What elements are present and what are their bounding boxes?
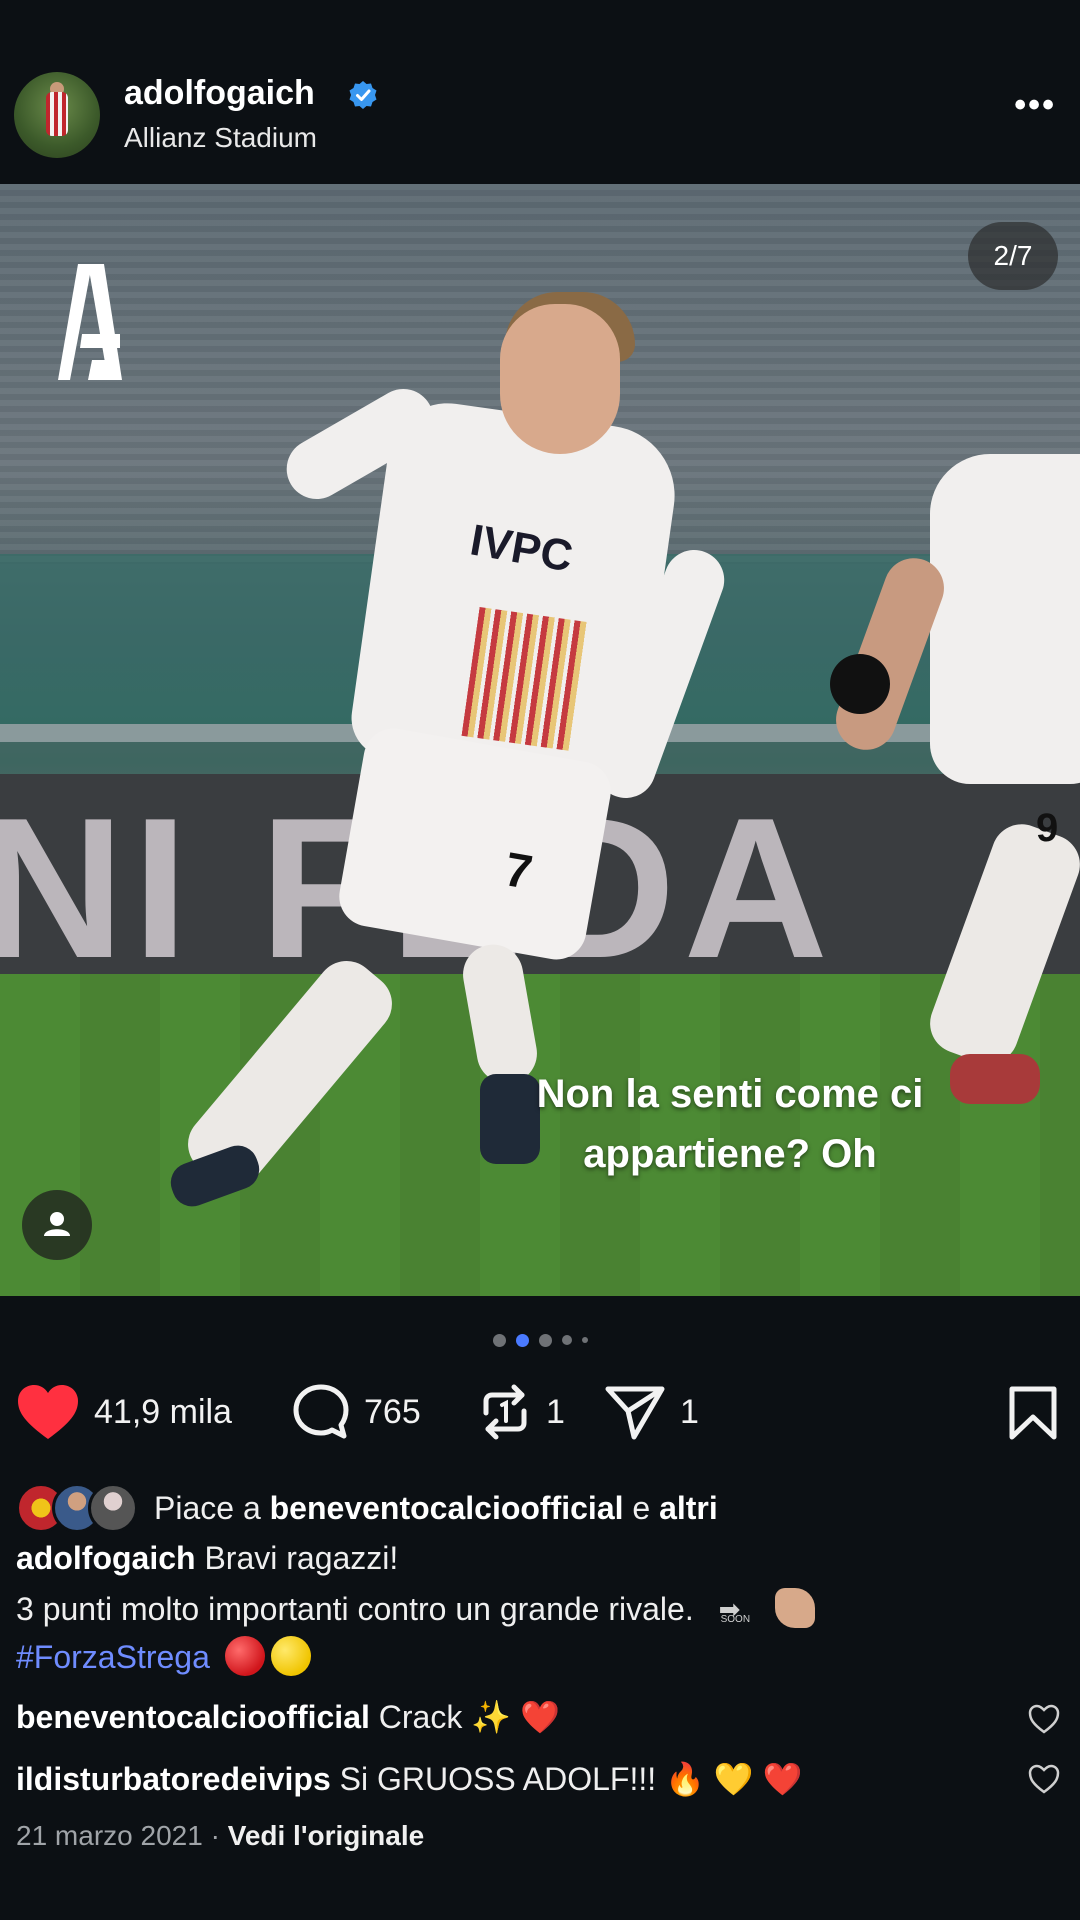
overlay-caption-line: appartiene? Oh — [583, 1132, 877, 1176]
liked-by-middle: e — [623, 1489, 660, 1526]
send-icon — [605, 1386, 665, 1440]
user-icon — [44, 1212, 70, 1236]
liked-by-others[interactable]: altri — [659, 1490, 718, 1526]
caption-text: 3 punti molto importanti contro un grand… — [16, 1591, 694, 1627]
caption-text: Bravi ragazzi! — [195, 1540, 399, 1576]
caption-line-1: adolfogaich Bravi ragazzi! — [16, 1540, 398, 1577]
comment-like-icon[interactable] — [1028, 1764, 1060, 1794]
liked-by-prefix: Piace a — [154, 1489, 270, 1526]
likes-count[interactable]: 41,9 mila — [94, 1393, 232, 1432]
verified-badge-icon — [349, 81, 377, 109]
repost-button[interactable]: 1 — [478, 1380, 565, 1444]
more-options-icon[interactable]: ••• — [1014, 86, 1056, 125]
carousel-counter: 2/7 — [968, 222, 1058, 290]
post-image[interactable]: NI FEDA 9 IVPC 7 2/7 Non la senti come c… — [0, 184, 1080, 1296]
carousel-indicator — [0, 1330, 1080, 1350]
liker-avatar — [88, 1483, 138, 1533]
soon-arrow-icon: ➡ SOON — [718, 1594, 751, 1625]
username[interactable]: adolfogaich — [124, 74, 315, 113]
profile-avatar[interactable] — [14, 72, 100, 158]
caption-line-3: #ForzaStrega — [16, 1636, 311, 1676]
overlay-caption-line: Non la senti come ci — [536, 1072, 924, 1116]
carousel-dot — [538, 1333, 552, 1347]
carousel-dot — [492, 1333, 506, 1347]
comment-icon — [293, 1384, 349, 1439]
carousel-dot — [561, 1335, 572, 1345]
comment-row: ildisturbatoredeivips Si GRUOSS ADOLF!!!… — [16, 1760, 802, 1798]
liked-by-user[interactable]: beneventocalcioofficial — [270, 1490, 624, 1526]
comment-text: Crack ✨ ❤️ — [369, 1699, 560, 1735]
player2-number: 9 — [1036, 806, 1059, 850]
tagged-people-button[interactable] — [22, 1190, 92, 1260]
caption-line-2: 3 punti molto importanti contro un grand… — [16, 1588, 816, 1628]
caption-username[interactable]: adolfogaich — [16, 1540, 196, 1576]
see-original-link[interactable]: Vedi l'originale — [228, 1820, 425, 1851]
comment-username[interactable]: ildisturbatoredeivips — [16, 1761, 331, 1797]
red-circle-icon — [224, 1636, 265, 1676]
comment-username[interactable]: beneventocalcioofficial — [16, 1699, 370, 1735]
brand-logo-icon — [58, 264, 122, 380]
flexed-biceps-icon — [775, 1588, 816, 1628]
carousel-dot-active — [515, 1333, 529, 1347]
comment-row: beneventocalcioofficial Crack ✨ ❤️ — [16, 1698, 560, 1736]
location-label[interactable]: Allianz Stadium — [124, 122, 317, 154]
comments-count: 765 — [364, 1392, 421, 1431]
hashtag-link[interactable]: #ForzaStrega — [16, 1639, 210, 1675]
comment-like-icon[interactable] — [1028, 1704, 1060, 1734]
post-header: adolfogaich Allianz Stadium ••• — [0, 60, 1080, 180]
comment-text: Si GRUOSS ADOLF!!! 🔥 💛 ❤️ — [330, 1761, 803, 1797]
shares-count: 1 — [680, 1392, 699, 1431]
comment-button[interactable]: 765 — [292, 1380, 421, 1444]
action-bar: 41,9 mila 765 1 1 — [0, 1380, 1080, 1450]
post-footer: 21 marzo 2021 · Vedi l'originale — [16, 1820, 424, 1852]
liked-by-row[interactable]: Piace a beneventocalcioofficial e altri — [16, 1480, 718, 1536]
heart-filled-icon — [18, 1385, 78, 1439]
overlay-caption: Non la senti come ci appartiene? Oh — [440, 1064, 1020, 1184]
yellow-circle-icon — [270, 1636, 311, 1676]
repost-icon — [483, 1384, 527, 1440]
reposts-count: 1 — [546, 1392, 565, 1431]
separator: · — [202, 1820, 228, 1851]
like-button[interactable]: 41,9 mila — [16, 1380, 232, 1444]
post-date: 21 marzo 2021 — [16, 1820, 203, 1851]
carousel-dot — [581, 1337, 588, 1343]
soon-label: SOON — [720, 1614, 751, 1625]
share-button[interactable]: 1 — [604, 1380, 699, 1444]
bookmark-icon[interactable] — [1008, 1386, 1058, 1440]
